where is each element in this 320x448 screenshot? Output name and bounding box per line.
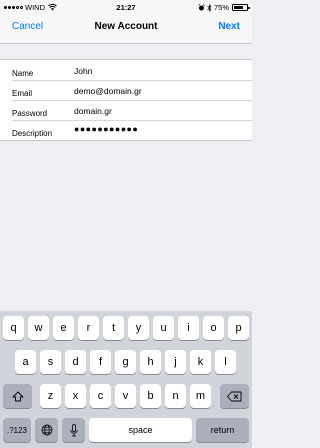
- key-n[interactable]: n: [165, 384, 186, 408]
- key-e[interactable]: e: [53, 316, 74, 340]
- key-r[interactable]: r: [78, 316, 99, 340]
- space-key[interactable]: space: [89, 418, 192, 442]
- status-bar: WIND 21:27 75%: [0, 0, 252, 14]
- key-h[interactable]: h: [140, 350, 161, 374]
- microphone-key[interactable]: [62, 418, 85, 442]
- key-u[interactable]: u: [153, 316, 174, 340]
- email-label: Email: [12, 89, 33, 98]
- key-q[interactable]: q: [3, 316, 24, 340]
- key-w[interactable]: w: [28, 316, 49, 340]
- key-d[interactable]: d: [65, 350, 86, 374]
- delete-icon: [227, 391, 242, 401]
- name-field[interactable]: John: [74, 66, 92, 76]
- key-b[interactable]: b: [140, 384, 161, 408]
- key-z[interactable]: z: [40, 384, 61, 408]
- battery-fill: [234, 6, 243, 9]
- battery-percent: 75%: [213, 3, 229, 12]
- alarm-icon: [198, 4, 205, 11]
- description-row[interactable]: Description ●●●●●●●●●●●: [0, 120, 252, 140]
- shift-icon: [12, 391, 23, 401]
- key-c[interactable]: c: [90, 384, 111, 408]
- next-button[interactable]: Next: [218, 21, 240, 32]
- key-a[interactable]: a: [15, 350, 36, 374]
- shift-key[interactable]: [3, 384, 32, 408]
- key-t[interactable]: t: [103, 316, 124, 340]
- description-label: Description: [12, 129, 53, 138]
- cancel-button[interactable]: Cancel: [12, 21, 43, 32]
- description-field[interactable]: ●●●●●●●●●●●: [74, 124, 138, 134]
- status-right: 75%: [198, 3, 250, 12]
- key-g[interactable]: g: [115, 350, 136, 374]
- key-l[interactable]: l: [215, 350, 236, 374]
- key-v[interactable]: v: [115, 384, 136, 408]
- delete-key[interactable]: [220, 384, 249, 408]
- key-y[interactable]: y: [128, 316, 149, 340]
- numbers-key[interactable]: .?123: [3, 418, 31, 442]
- bluetooth-icon: [207, 3, 212, 12]
- globe-key[interactable]: [35, 418, 58, 442]
- password-row[interactable]: Password domain.gr: [0, 100, 252, 120]
- password-label: Password: [12, 109, 48, 118]
- microphone-icon: [69, 423, 78, 436]
- key-f[interactable]: f: [90, 350, 111, 374]
- name-label: Name: [12, 69, 34, 78]
- email-row[interactable]: Email demo@domain.gr: [0, 80, 252, 100]
- key-s[interactable]: s: [40, 350, 61, 374]
- navigation-bar: Cancel New Account Next: [0, 14, 252, 44]
- keyboard: q w e r t y u i o p a s d f g h j k l z …: [0, 311, 252, 448]
- return-key[interactable]: return: [196, 418, 249, 442]
- key-p[interactable]: p: [228, 316, 249, 340]
- key-j[interactable]: j: [165, 350, 186, 374]
- battery-icon: [232, 4, 250, 11]
- key-k[interactable]: k: [190, 350, 211, 374]
- password-field[interactable]: domain.gr: [74, 106, 112, 116]
- name-row[interactable]: Name John: [0, 60, 252, 80]
- key-x[interactable]: x: [65, 384, 86, 408]
- key-m[interactable]: m: [190, 384, 211, 408]
- globe-icon: [41, 424, 52, 436]
- email-field[interactable]: demo@domain.gr: [74, 86, 142, 96]
- account-form: Name John Email demo@domain.gr Password …: [0, 59, 252, 141]
- key-i[interactable]: i: [178, 316, 199, 340]
- key-o[interactable]: o: [203, 316, 224, 340]
